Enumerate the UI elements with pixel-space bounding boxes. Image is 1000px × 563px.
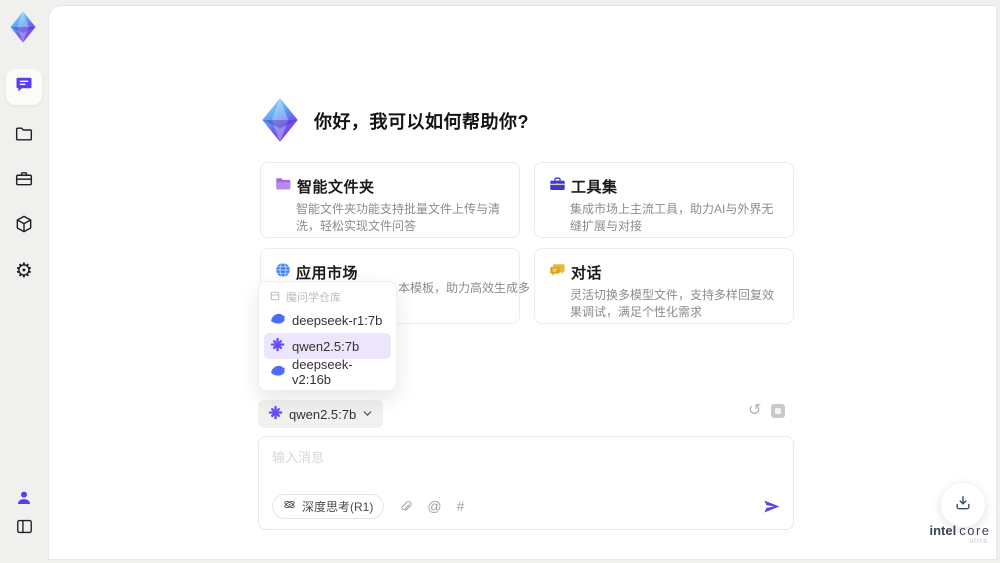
card-title: 工具集 (571, 178, 618, 196)
attachment-icon[interactable] (399, 500, 412, 513)
model-dropdown-header-label: 魔问学仓库 (286, 292, 341, 304)
app-window: ⚙ 你好，我可以如何帮助你? 智能文件夹 智能文件夹功能支持批量文件上传与清洗，… (0, 0, 1000, 563)
card-description: 集成市场上主流工具，助力AI与外界无缝扩展与对接 (570, 202, 774, 233)
card-dialogue[interactable]: 对话 灵活切换多模型文件，支持多样回复效果调试，满足个性化需求 (534, 248, 794, 324)
deep-think-toggle[interactable]: 深度思考(R1) (272, 493, 385, 519)
brand-intel: intel (929, 523, 957, 538)
new-window-icon[interactable] (771, 404, 786, 418)
qwen-icon (270, 337, 285, 355)
app-logo-icon (6, 10, 40, 44)
globe-blue-icon (275, 262, 291, 283)
greeting-logo-icon (256, 96, 304, 144)
model-option-deepseek-r1[interactable]: deepseek-r1:7b (264, 307, 391, 333)
folder-icon (14, 124, 34, 149)
sidebar-item-chat[interactable] (6, 69, 42, 105)
greeting-text: 你好，我可以如何帮助你? (314, 112, 529, 132)
briefcase-icon (14, 169, 34, 194)
card-title: 对话 (571, 264, 603, 282)
sidebar-item-collapse[interactable] (6, 511, 42, 547)
mention-icon[interactable]: @ (427, 499, 441, 513)
model-selector-button[interactable]: qwen2.5:7b (258, 400, 384, 428)
message-input[interactable] (272, 447, 772, 485)
atom-icon (283, 498, 296, 514)
sidebar-item-settings[interactable]: ⚙ (6, 253, 42, 289)
user-icon (15, 489, 33, 512)
chat-amber-icon (549, 262, 566, 283)
sidebar-item-tools[interactable] (6, 163, 42, 199)
model-dropdown: 魔问学仓库 deepseek-r1:7b qwen2.5:7b deepseek… (258, 281, 397, 391)
cube-icon (14, 214, 34, 239)
send-button[interactable] (762, 497, 781, 516)
card-description-visible: 本模板，助力高效生成多 (398, 281, 531, 295)
card-smart-folder[interactable]: 智能文件夹 智能文件夹功能支持批量文件上传与清洗，轻松实现文件问答 (260, 162, 520, 238)
card-description: 智能文件夹功能支持批量文件上传与清洗，轻松实现文件问答 (296, 202, 501, 233)
gear-icon: ⚙ (15, 260, 33, 282)
collapse-panel-icon (15, 517, 34, 541)
composer: 深度思考(R1) @ # (258, 436, 794, 530)
deep-think-label: 深度思考(R1) (302, 499, 374, 514)
card-title: 智能文件夹 (297, 178, 375, 196)
deepseek-icon (270, 364, 285, 380)
model-option-qwen[interactable]: qwen2.5:7b (264, 333, 391, 359)
sidebar-item-files[interactable] (6, 118, 42, 154)
card-title: 应用市场 (296, 264, 359, 282)
sidebar-item-apps[interactable] (6, 208, 42, 244)
card-toolset[interactable]: 工具集 集成市场上主流工具，助力AI与外界无缝扩展与对接 (534, 162, 794, 238)
model-option-label: deepseek-v2:16b (292, 357, 353, 387)
download-button[interactable] (941, 483, 985, 527)
chat-icon (14, 75, 34, 100)
model-dropdown-header: 魔问学仓库 (264, 287, 391, 307)
chevron-down-icon (362, 407, 373, 422)
model-option-label: qwen2.5:7b (292, 338, 360, 354)
qwen-icon (268, 405, 283, 423)
chat-toolbar: ↺ (748, 403, 786, 419)
hash-icon[interactable]: # (457, 499, 465, 513)
folder-purple-icon (275, 176, 292, 197)
model-option-deepseek-v2[interactable]: deepseek-v2:16b (264, 357, 391, 387)
model-selector-label: qwen2.5:7b (289, 406, 357, 422)
brand-core: core (959, 523, 991, 538)
card-description: 灵活切换多模型文件，支持多样回复效果调试，满足个性化需求 (570, 288, 775, 319)
intel-core-ultra-badge: intel core ultra (920, 523, 1000, 545)
briefcase-indigo-icon (549, 176, 566, 197)
history-icon[interactable]: ↺ (748, 403, 761, 419)
brand-ultra: ultra (969, 538, 988, 545)
download-icon (953, 493, 973, 518)
deepseek-icon (270, 312, 285, 328)
repository-icon (270, 291, 280, 304)
sidebar: ⚙ (0, 0, 48, 563)
model-option-label: deepseek-r1:7b (292, 312, 383, 328)
